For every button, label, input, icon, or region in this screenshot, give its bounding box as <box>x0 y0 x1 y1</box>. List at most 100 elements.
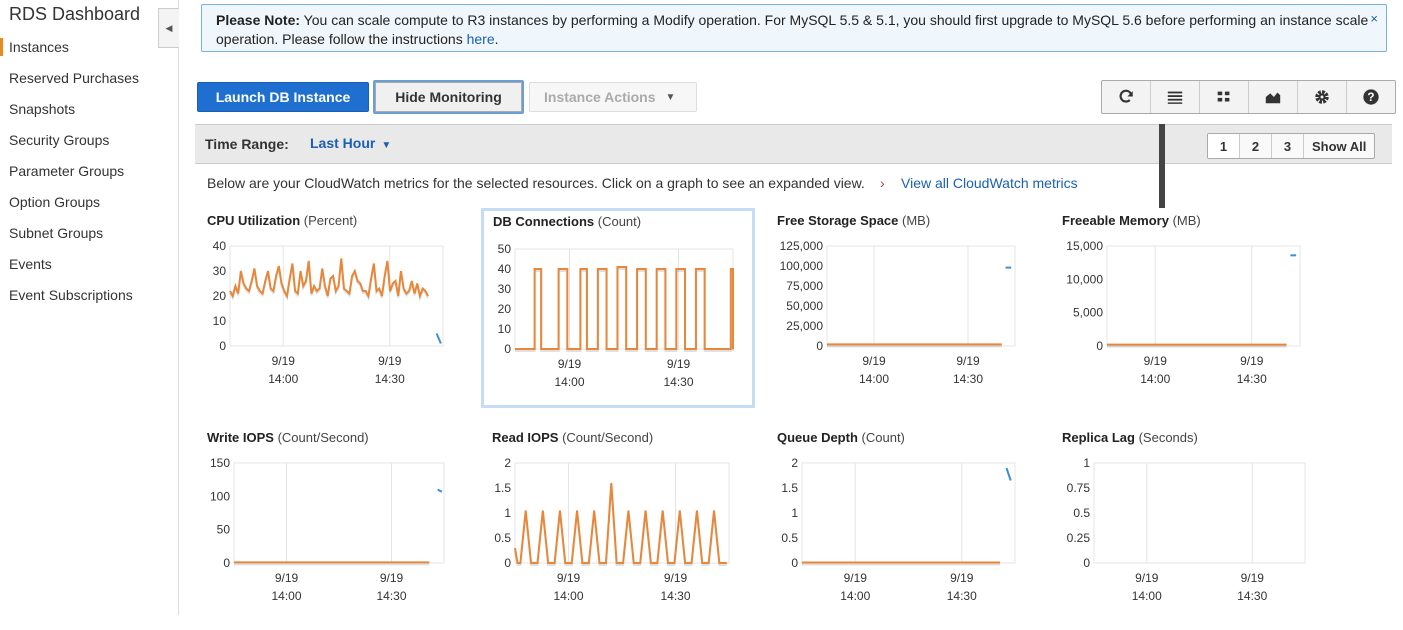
gear-icon <box>1315 90 1329 104</box>
chart-pager: 1 2 3 Show All <box>1207 133 1376 159</box>
sidebar-item-event-subscriptions[interactable]: Event Subscriptions <box>0 284 178 315</box>
svg-text:?: ? <box>1367 91 1374 104</box>
sidebar-collapse-button[interactable]: ◀ <box>158 8 179 48</box>
chart-svg: 0 25,000 50,000 75,000 100,000 125,000 9/19 14:… <box>780 239 1016 386</box>
monitoring-view-button[interactable] <box>1249 81 1298 113</box>
resize-handle[interactable] <box>1159 124 1165 208</box>
launch-db-instance-button[interactable]: Launch DB Instance <box>197 82 369 112</box>
chart-freeable-memory[interactable]: 0 5,000 10,000 15,000 9/19 14:00 9/19 14:30 Fre… <box>1062 213 1334 413</box>
x-tick-time: 14:30 <box>1237 589 1267 603</box>
chart-cpu-utilization[interactable]: 0 10 20 30 40 9/19 14:00 9/19 14:30 CPU Utilizat… <box>207 213 479 413</box>
y-tick-label: 0.5 <box>781 531 798 545</box>
x-tick-date: 9/19 <box>378 354 402 368</box>
x-tick-date: 9/19 <box>862 354 886 368</box>
sidebar-title: RDS Dashboard <box>9 4 141 24</box>
sidebar-item-option-groups[interactable]: Option Groups <box>0 191 178 222</box>
y-tick-label: 2 <box>791 456 798 470</box>
x-tick-date: 9/19 <box>844 571 868 585</box>
y-tick-label: 15,000 <box>1066 239 1103 253</box>
chart-svg: 0 10 20 30 40 50 9/19 14:00 9/19 14:30 <box>498 242 734 389</box>
list-icon <box>1167 91 1183 104</box>
hide-monitoring-button[interactable]: Hide Monitoring <box>373 80 524 114</box>
notice-banner: Please Note: You can scale compute to R3… <box>201 4 1387 52</box>
chart-svg: 0 5,000 10,000 15,000 9/19 14:00 9/19 14:30 <box>1066 239 1301 386</box>
x-tick-date: 9/19 <box>956 354 980 368</box>
x-tick-time: 14:30 <box>947 589 977 603</box>
chart-svg: 0 0.5 1 1.5 2 9/19 14:00 9/19 14:30 <box>494 456 730 603</box>
close-icon[interactable]: × <box>1370 9 1378 28</box>
chart-title-name: Write IOPS <box>207 430 274 445</box>
show-all-button[interactable]: Show All <box>1304 134 1374 158</box>
chart-title-name: Free Storage Space <box>777 213 899 228</box>
y-tick-label: 0.75 <box>1067 481 1091 495</box>
y-tick-label: 40 <box>213 239 227 253</box>
y-tick-label: 2 <box>504 456 511 470</box>
grid-view-button[interactable] <box>1200 81 1249 113</box>
chart-title: Freeable Memory (MB) <box>1062 213 1201 228</box>
x-tick-date: 9/19 <box>272 354 296 368</box>
x-tick-time: 14:30 <box>1237 372 1267 386</box>
sidebar-item-reserved-purchases[interactable]: Reserved Purchases <box>0 67 178 98</box>
chart-read-iops[interactable]: 0 0.5 1 1.5 2 9/19 14:00 9/19 14:30 Read IOPS (C… <box>492 430 764 630</box>
chart-title: Replica Lag (Seconds) <box>1062 430 1198 445</box>
chart-queue-depth[interactable]: 0 0.5 1 1.5 2 9/19 14:00 9/19 14:30 Queue Depth … <box>777 430 1049 630</box>
chart-replica-lag[interactable]: 0 0.25 0.5 0.75 1 9/19 14:00 9/19 14:30 Replica … <box>1062 430 1334 630</box>
help-button[interactable]: ? <box>1347 81 1395 113</box>
refresh-button[interactable] <box>1102 81 1151 113</box>
y-tick-label: 0 <box>504 556 511 570</box>
notice-link[interactable]: here <box>467 31 495 47</box>
x-tick-time: 14:00 <box>271 589 301 603</box>
chart-title-name: Replica Lag <box>1062 430 1135 445</box>
chart-title: Free Storage Space (MB) <box>777 213 930 228</box>
chart-title: Read IOPS (Count/Second) <box>492 430 653 445</box>
y-tick-label: 5,000 <box>1073 306 1103 320</box>
sidebar-item-subnet-groups[interactable]: Subnet Groups <box>0 222 178 253</box>
sidebar-item-snapshots[interactable]: Snapshots <box>0 98 178 129</box>
instance-actions-dropdown[interactable]: Instance Actions ▼ <box>529 82 697 112</box>
area-chart-icon <box>1265 92 1281 104</box>
x-tick-time: 14:30 <box>953 372 983 386</box>
plot-area <box>233 462 445 564</box>
y-tick-label: 40 <box>498 262 512 276</box>
chart-title: Write IOPS (Count/Second) <box>207 430 369 445</box>
chart-title-unit: (Count/Second) <box>562 430 654 445</box>
y-tick-label: 0 <box>504 342 511 356</box>
sidebar-item-events[interactable]: Events <box>0 253 178 284</box>
chart-title-name: Queue Depth <box>777 430 858 445</box>
x-tick-date: 9/19 <box>950 571 974 585</box>
y-tick-label: 30 <box>498 282 512 296</box>
y-tick-label: 50 <box>498 242 512 256</box>
help-icon: ? <box>1363 89 1379 105</box>
chart-title-name: DB Connections <box>493 214 595 229</box>
chart-free-storage-space[interactable]: 0 25,000 50,000 75,000 100,000 125,000 9/19 14:… <box>777 213 1049 413</box>
page-2-button[interactable]: 2 <box>1240 134 1272 158</box>
chart-svg: 0 0.5 1 1.5 2 9/19 14:00 9/19 14:30 <box>781 456 1016 603</box>
x-tick-date: 9/19 <box>275 571 299 585</box>
x-tick-date: 9/19 <box>1144 354 1168 368</box>
sidebar-item-instances[interactable]: Instances <box>0 36 178 67</box>
page-3-button[interactable]: 3 <box>1272 134 1304 158</box>
list-view-button[interactable] <box>1151 81 1200 113</box>
chart-title-unit: (Count) <box>597 214 642 229</box>
y-tick-label: 0 <box>791 556 798 570</box>
chart-db-connections[interactable]: 0 10 20 30 40 50 9/19 14:00 9/19 14:30 DB Connect… <box>481 208 755 408</box>
chart-title-unit: (Count) <box>861 430 905 445</box>
x-tick-date: 9/19 <box>667 357 691 371</box>
x-tick-time: 14:30 <box>660 589 690 603</box>
time-range-dropdown[interactable]: Last Hour ▼ <box>310 135 391 151</box>
page-1-button[interactable]: 1 <box>1208 134 1240 158</box>
sidebar-nav: Instances Reserved Purchases Snapshots S… <box>0 36 178 315</box>
y-tick-label: 0.5 <box>1073 506 1090 520</box>
refresh-icon <box>1119 89 1133 103</box>
chart-write-iops[interactable]: 0 50 100 150 9/19 14:00 9/19 14:30 Write IOPS (… <box>207 430 479 630</box>
view-all-cloudwatch-link[interactable]: View all CloudWatch metrics <box>901 175 1078 191</box>
settings-button[interactable] <box>1298 81 1347 113</box>
chart-title: Queue Depth (Count) <box>777 430 905 445</box>
sidebar-item-parameter-groups[interactable]: Parameter Groups <box>0 160 178 191</box>
chart-title-unit: (Seconds) <box>1138 430 1198 445</box>
y-tick-label: 0 <box>219 339 226 353</box>
chart-svg: 0 0.25 0.5 0.75 1 9/19 14:00 9/19 14:30 <box>1067 456 1306 603</box>
sidebar-item-security-groups[interactable]: Security Groups <box>0 129 178 160</box>
y-tick-label: 75,000 <box>786 279 823 293</box>
x-tick-date: 9/19 <box>1241 571 1265 585</box>
